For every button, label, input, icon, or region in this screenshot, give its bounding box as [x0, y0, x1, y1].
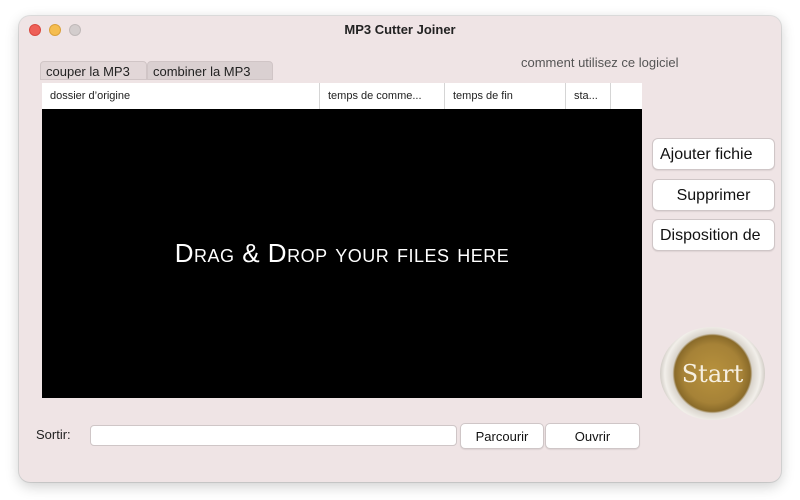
title-bar: MP3 Cutter Joiner [19, 16, 781, 44]
delete-button[interactable]: Supprimer [652, 179, 775, 211]
column-header-source-folder[interactable]: dossier d’origine [42, 83, 319, 109]
column-header-status[interactable]: sta... [565, 83, 610, 109]
layout-button[interactable]: Disposition de [652, 219, 775, 251]
file-drop-zone[interactable]: Drag & Drop your files here [42, 109, 642, 398]
column-header-end-time[interactable]: temps de fin [444, 83, 565, 109]
file-table-header: dossier d’origine temps de comme... temp… [42, 83, 642, 110]
start-button-label: Start [681, 359, 744, 388]
help-link[interactable]: comment utilisez ce logiciel [521, 55, 679, 70]
app-window: MP3 Cutter Joiner comment utilisez ce lo… [19, 16, 781, 482]
open-button[interactable]: Ouvrir [545, 423, 640, 449]
add-file-button[interactable]: Ajouter fichie [652, 138, 775, 170]
column-header-extra[interactable] [610, 83, 642, 109]
start-button[interactable]: Start [660, 327, 765, 420]
column-header-start-time[interactable]: temps de comme... [319, 83, 444, 109]
output-label: Sortir: [36, 427, 71, 442]
tab-join-mp3[interactable]: combiner la MP3 [147, 61, 273, 80]
drop-zone-text: Drag & Drop your files here [174, 238, 510, 268]
browse-button[interactable]: Parcourir [460, 423, 544, 449]
window-title: MP3 Cutter Joiner [344, 22, 456, 37]
tab-cut-mp3[interactable]: couper la MP3 [40, 61, 147, 80]
output-path-input[interactable] [90, 425, 457, 446]
